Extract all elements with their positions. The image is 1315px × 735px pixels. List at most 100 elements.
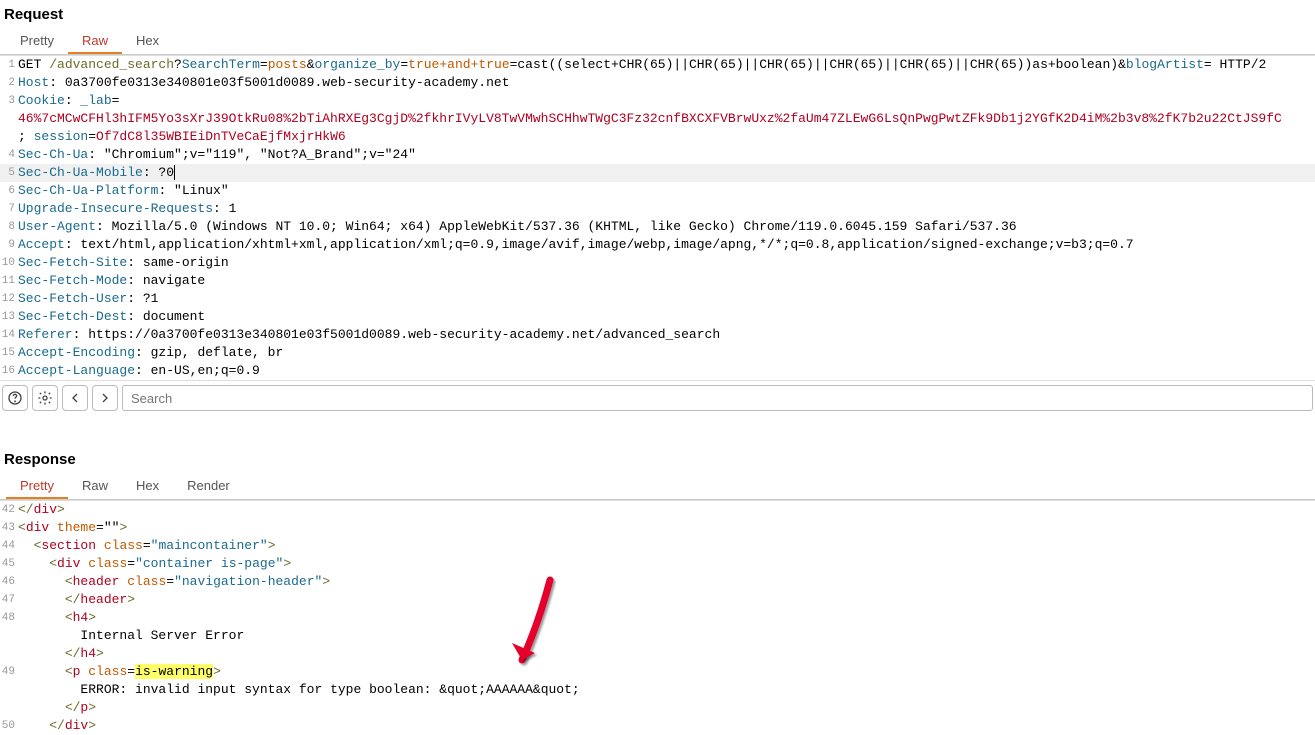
code-line: </p> <box>18 699 1315 717</box>
line-number: 46 <box>0 573 18 591</box>
forward-button[interactable] <box>92 385 118 411</box>
line-number: 9 <box>0 236 18 254</box>
header-value: : same-origin <box>127 255 228 270</box>
header-name: Host <box>18 75 49 90</box>
cookie-value: 46%7cMCwCFHl3hIFM5Yo3sXrJ39OtkRu08%2bTiA… <box>18 111 1282 126</box>
line-number: 13 <box>0 308 18 326</box>
code-line: <h4> <box>18 609 1315 627</box>
settings-button[interactable] <box>32 385 58 411</box>
line-number: 6 <box>0 182 18 200</box>
request-title: Request <box>0 0 1315 27</box>
header-name: Sec-Fetch-Mode <box>18 273 127 288</box>
line-number: 3 <box>0 92 18 110</box>
code-line: <header class="navigation-header"> <box>18 573 1315 591</box>
header-value: : Mozilla/5.0 (Windows NT 10.0; Win64; x… <box>96 219 1017 234</box>
header-name: User-Agent <box>18 219 96 234</box>
header-value: : "Chromium";v="119", "Not?A_Brand";v="2… <box>88 147 416 162</box>
search-input[interactable] <box>122 385 1313 411</box>
gear-icon <box>37 390 53 406</box>
header-value: : gzip, deflate, br <box>135 345 283 360</box>
line-number <box>0 645 18 663</box>
tab-hex[interactable]: Hex <box>122 472 173 499</box>
header-name: Sec-Fetch-Dest <box>18 309 127 324</box>
header-name: Sec-Ch-Ua-Platform <box>18 183 158 198</box>
line-number: 12 <box>0 290 18 308</box>
header-value: : 1 <box>213 201 236 216</box>
header-name: Accept <box>18 237 65 252</box>
line-number: 45 <box>0 555 18 573</box>
line-number: 10 <box>0 254 18 272</box>
header-value: : ?0 <box>143 165 175 180</box>
line-number: 4 <box>0 146 18 164</box>
back-button[interactable] <box>62 385 88 411</box>
line-number: 50 <box>0 717 18 735</box>
line-number: 48 <box>0 609 18 627</box>
header-value: : navigate <box>127 273 205 288</box>
header-name: Accept-Language <box>18 363 135 378</box>
tab-pretty[interactable]: Pretty <box>6 472 68 499</box>
header-value: : "Linux" <box>158 183 228 198</box>
header-name: Sec-Ch-Ua-Mobile <box>18 165 143 180</box>
line-number: 5 <box>0 164 18 182</box>
tab-render[interactable]: Render <box>173 472 244 499</box>
header-name: Cookie <box>18 93 65 108</box>
code-line: </div> <box>18 717 1315 735</box>
header-name: Upgrade-Insecure-Requests <box>18 201 213 216</box>
request-code[interactable]: 1GET /advanced_search?SearchTerm=posts&o… <box>0 55 1315 380</box>
line-number: 43 <box>0 519 18 537</box>
header-name: Referer <box>18 327 73 342</box>
tab-raw[interactable]: Raw <box>68 472 122 499</box>
header-name: Sec-Fetch-Site <box>18 255 127 270</box>
response-code[interactable]: 42</div> 43<div theme=""> 44 <section cl… <box>0 500 1315 735</box>
header-value: : text/html,application/xhtml+xml,applic… <box>65 237 1134 252</box>
header-value: : en-US,en;q=0.9 <box>135 363 260 378</box>
line-number <box>0 681 18 699</box>
header-name: Sec-Fetch-User <box>18 291 127 306</box>
request-panel: Request Pretty Raw Hex 1GET /advanced_se… <box>0 0 1315 415</box>
code-line: Internal Server Error <box>18 627 1315 645</box>
highlighted-class: is-warning <box>135 664 213 679</box>
tab-hex[interactable]: Hex <box>122 27 173 54</box>
request-tabs: Pretty Raw Hex <box>0 27 1315 55</box>
line-number: 1 <box>0 56 18 74</box>
header-value: : https://0a3700fe0313e340801e03f5001d00… <box>73 327 721 342</box>
code-line: </h4> <box>18 645 1315 663</box>
line-number <box>0 110 18 128</box>
code-line: <div class="container is-page"> <box>18 555 1315 573</box>
header-name: Sec-Ch-Ua <box>18 147 88 162</box>
line-number: 8 <box>0 218 18 236</box>
header-value: : document <box>127 309 205 324</box>
line-number: 11 <box>0 272 18 290</box>
response-title: Response <box>0 445 1315 472</box>
arrow-left-icon <box>67 390 83 406</box>
line-number: 44 <box>0 537 18 555</box>
code-line: <p class=is-warning> <box>18 663 1315 681</box>
code-line: <section class="maincontainer"> <box>18 537 1315 555</box>
line-number <box>0 699 18 717</box>
help-icon <box>7 390 23 406</box>
code-line: </header> <box>18 591 1315 609</box>
help-button[interactable] <box>2 385 28 411</box>
header-value: : 0a3700fe0313e340801e03f5001d0089.web-s… <box>49 75 509 90</box>
line-number: 2 <box>0 74 18 92</box>
request-toolbar <box>0 380 1315 415</box>
header-value: : ?1 <box>127 291 158 306</box>
line-number: 15 <box>0 344 18 362</box>
error-message: ERROR: invalid input syntax for type boo… <box>18 681 1315 699</box>
line-number: 47 <box>0 591 18 609</box>
line-number: 42 <box>0 501 18 519</box>
line-number: 7 <box>0 200 18 218</box>
response-tabs: Pretty Raw Hex Render <box>0 472 1315 500</box>
code-line: </div> <box>18 501 1315 519</box>
line-number: 49 <box>0 663 18 681</box>
line-number <box>0 128 18 146</box>
header-name: Accept-Encoding <box>18 345 135 360</box>
tab-pretty[interactable]: Pretty <box>6 27 68 54</box>
code-line: <div theme=""> <box>18 519 1315 537</box>
session-value: Of7dC8l35WBIEiDnTVeCaEjfMxjrHkW6 <box>96 129 346 144</box>
arrow-right-icon <box>97 390 113 406</box>
line-number: 16 <box>0 362 18 380</box>
tab-raw[interactable]: Raw <box>68 27 122 54</box>
request-line: GET /advanced_search?SearchTerm=posts&or… <box>18 56 1315 74</box>
line-number <box>0 627 18 645</box>
